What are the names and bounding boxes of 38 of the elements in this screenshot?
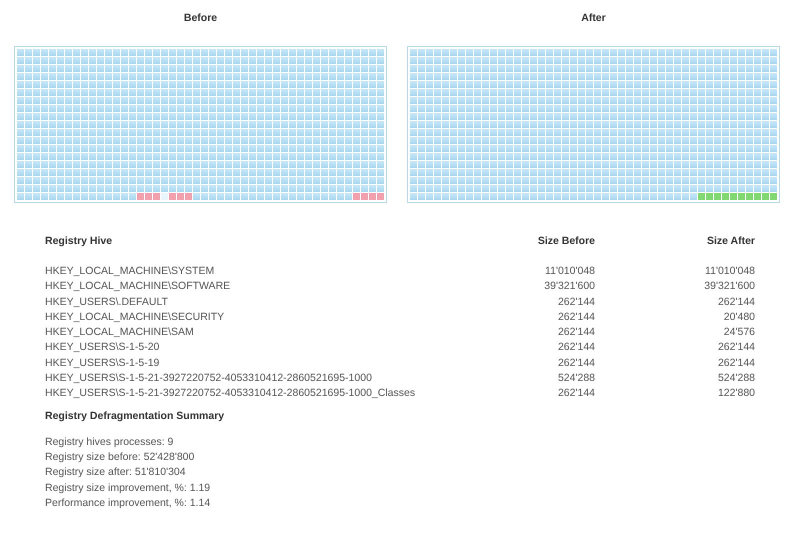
table-cell-text: 262'144: [556, 310, 595, 325]
summary-line: Registry hives processes: 9: [45, 434, 174, 450]
table-cell-text: HKEY_LOCAL_MACHINE\SYSTEM: [45, 264, 216, 279]
column-header: Size Before: [536, 235, 595, 249]
table-cell: 262'144: [595, 340, 755, 356]
table-cell-text: HKEY_USERS\S-1-5-19: [45, 356, 160, 371]
table-cell-text: HKEY_USERS\S-1-5-21-3927220752-4053310412-2860521695-1000_Classes: [45, 386, 416, 402]
table-cell-text: HKEY_LOCAL_MACHINE\SAM: [45, 325, 195, 340]
table-cell-text: 262'144: [556, 325, 595, 340]
map-title: After: [581, 12, 606, 24]
summary-line: Performance improvement, %: 1.14: [45, 496, 212, 511]
table-cell: 122'880: [595, 386, 755, 402]
table-cell-text: 11'010'048: [704, 264, 755, 279]
table-cell-text: 524'288: [556, 371, 595, 386]
table-cell: 262'144: [595, 356, 755, 372]
table-cell-text: 262'144: [556, 356, 595, 371]
table-cell: 262'144: [595, 294, 755, 310]
table-cell-text: HKEY_LOCAL_MACHINE\SECURITY: [45, 310, 226, 325]
table-cell: 20'480: [595, 310, 755, 326]
table-cell: 24'576: [595, 325, 755, 340]
summary-line: Registry size after: 51'810'304: [45, 465, 187, 480]
table-cell-text: HKEY_USERS\S-1-5-20: [45, 340, 160, 356]
table-cell-text: HKEY_LOCAL_MACHINE\SOFTWARE: [45, 279, 232, 294]
table-cell-text: 39'321'600: [543, 279, 595, 294]
table-cell-text: 11'010'048: [544, 264, 595, 279]
table-cell-text: HKEY_USERS\S-1-5-21-3927220752-4053310412-2860521695-1000: [45, 371, 373, 386]
summary-line: Registry size before: 52'428'800: [45, 450, 196, 465]
summary-title: Registry Defragmentation Summary: [45, 410, 226, 422]
table-cell-text: 524'288: [716, 371, 755, 386]
column-header: Registry Hive: [45, 235, 114, 249]
table-cell-text: HKEY_USERS\.DEFAULT: [45, 294, 169, 310]
column-header: Size After: [595, 235, 755, 264]
table-cell: 39'321'600: [595, 279, 755, 295]
summary-line: Registry size improvement, %: 1.19: [45, 480, 212, 496]
map-title: Before: [184, 12, 218, 24]
table-cell-text: 262'144: [556, 294, 595, 310]
table-cell-text: 262'144: [556, 386, 595, 402]
table-cell-text: 262'144: [556, 340, 595, 356]
